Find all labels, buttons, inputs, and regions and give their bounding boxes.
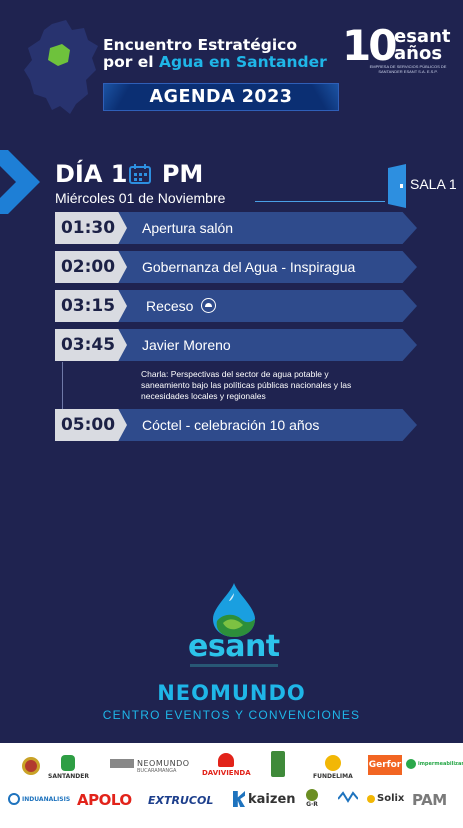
solix-label: Solix: [377, 793, 405, 804]
impermeabilizantes-icon: [406, 759, 416, 769]
day-divider: [255, 201, 385, 202]
agenda-time: 03:15: [60, 296, 116, 316]
agenda-item: 05:00 Cóctel - celebración 10 años: [55, 409, 417, 441]
calendar-icon: [129, 164, 152, 184]
agenda-time-box: 05:00: [55, 409, 127, 441]
cooperative-icon: [271, 751, 285, 777]
event-title-line1: Encuentro Estratégico: [103, 36, 297, 54]
sponsor-gr: G·R: [306, 789, 318, 808]
coffee-break-icon: [201, 298, 217, 313]
agenda-time: 02:00: [60, 257, 116, 277]
fundelima-icon: [324, 755, 341, 771]
sponsor-impermeabilizantes: impermeabilizante: [406, 759, 463, 769]
esant-10-anos-logo: 10 esant años Empresa de Servicios Públi…: [342, 24, 454, 80]
sponsor-solix: Solix: [367, 793, 404, 804]
santander-map-icon: [24, 20, 98, 114]
day-date: Miércoles 01 de Noviembre: [55, 190, 226, 206]
event-title: Encuentro Estratégico por el Agua en San…: [103, 37, 343, 71]
agenda-banner-label: AGENDA 2023: [149, 87, 293, 107]
gr-label: G·R: [306, 801, 318, 808]
agenda-time: 05:00: [60, 415, 116, 435]
venue-subtitle: CENTRO EVENTOS Y CONVENCIONES: [102, 708, 361, 722]
chevron-right-decoration: [0, 150, 40, 214]
davivienda-label: DAVIVIENDA: [202, 769, 251, 777]
room-label: SALA 1: [410, 176, 457, 192]
gr-icon: [306, 789, 318, 801]
sponsor-apolo: APOLO: [77, 791, 132, 809]
sponsor-davivienda: DAVIVIENDA: [202, 753, 251, 777]
agenda-page: Encuentro Estratégico por el Agua en San…: [0, 0, 463, 828]
kaizen-label: kaizen: [248, 791, 296, 807]
venue-name: NEOMUNDO: [157, 681, 306, 705]
sponsor-pam: PAM: [412, 791, 447, 809]
solix-icon: [367, 794, 375, 803]
seal-icon: [22, 757, 40, 775]
talk-description: Charla: Perspectivas del sector de agua …: [141, 369, 352, 401]
agenda-time-box: 03:45: [55, 329, 127, 361]
sponsor-extrucol: EXTRUCOL: [148, 794, 213, 807]
sponsor-kaizen: kaizen: [233, 791, 296, 807]
agenda-label: Receso: [146, 298, 194, 314]
santander-label: SANTANDER: [48, 773, 89, 780]
impermeabilizantes-label: impermeabilizante: [418, 761, 463, 767]
sponsor-neomundo: NEOMUNDO BUCARAMANGA: [110, 759, 190, 774]
neomundo-label: NEOMUNDO: [110, 759, 190, 768]
sponsors-strip: SANTANDER NEOMUNDO BUCARAMANGA DAVIVIEND…: [0, 741, 463, 828]
extrucol-label: EXTRUCOL: [148, 794, 214, 807]
agenda-item: 01:30 Apertura salón: [55, 212, 417, 244]
door-icon: [388, 164, 406, 208]
pam-label: PAM: [412, 791, 447, 809]
day-title-suffix: PM: [161, 160, 204, 188]
sponsor-gerfor: Gerfor: [368, 755, 402, 775]
sponsor-santander: SANTANDER: [48, 755, 89, 780]
logo-anos: años: [394, 43, 443, 64]
fundelima-label: FUNDELIMA: [313, 773, 353, 780]
sponsor-seal-logo: [22, 757, 40, 775]
sponsor-fundelima: FUNDELIMA: [313, 755, 353, 780]
indunanalisis-icon: [8, 793, 20, 805]
agenda-item: 02:00 Gobernanza del Agua - Inspiragua: [55, 251, 417, 283]
event-title-line2: por el Agua en Santander: [103, 54, 343, 71]
agenda-time: 03:45: [60, 335, 116, 355]
event-title-accent: Agua en Santander: [159, 53, 327, 71]
esant-wordmark: esant: [188, 629, 280, 664]
agenda-item: 03:45 Javier Moreno: [55, 329, 417, 361]
agenda-label-wrap: Receso: [146, 290, 217, 322]
agenda-time-box: 03:15: [55, 290, 127, 322]
logo-number: 10: [342, 21, 397, 70]
house-icon: [218, 753, 235, 767]
logo-subtitle: Empresa de Servicios Públicos de Santand…: [369, 64, 447, 74]
agenda-label: Javier Moreno: [142, 337, 231, 353]
agenda-label: Cóctel - celebración 10 años: [142, 417, 320, 433]
event-title-prefix: por el: [103, 53, 160, 71]
sponsor-wave-logo: [338, 791, 358, 805]
wave-icon: [338, 791, 358, 803]
agenda-time-box: 01:30: [55, 212, 127, 244]
agenda-banner: AGENDA 2023: [103, 83, 339, 111]
agenda-time: 01:30: [60, 218, 116, 238]
agenda-label: Gobernanza del Agua - Inspiragua: [142, 259, 356, 275]
esant-wordmark-underline: [190, 664, 278, 667]
sponsor-cooperative-logo: [271, 751, 285, 777]
day-title-prefix: DÍA 1: [55, 160, 128, 188]
kaizen-icon: [233, 791, 245, 807]
neomundo-sublabel: BUCARAMANGA: [137, 768, 177, 774]
agenda-time-box: 02:00: [55, 251, 127, 283]
santander-flag-icon: [61, 755, 76, 771]
indunanalisis-label: INDUANALISIS: [22, 795, 71, 803]
agenda-label: Apertura salón: [142, 220, 234, 236]
day-title: DÍA 1 PM: [55, 160, 203, 188]
apolo-label: APOLO: [77, 791, 132, 809]
agenda-item: 03:15 Receso: [55, 290, 417, 322]
sponsor-indunanalisis: INDUANALISIS: [8, 793, 70, 805]
gerfor-label: Gerfor: [368, 760, 402, 770]
